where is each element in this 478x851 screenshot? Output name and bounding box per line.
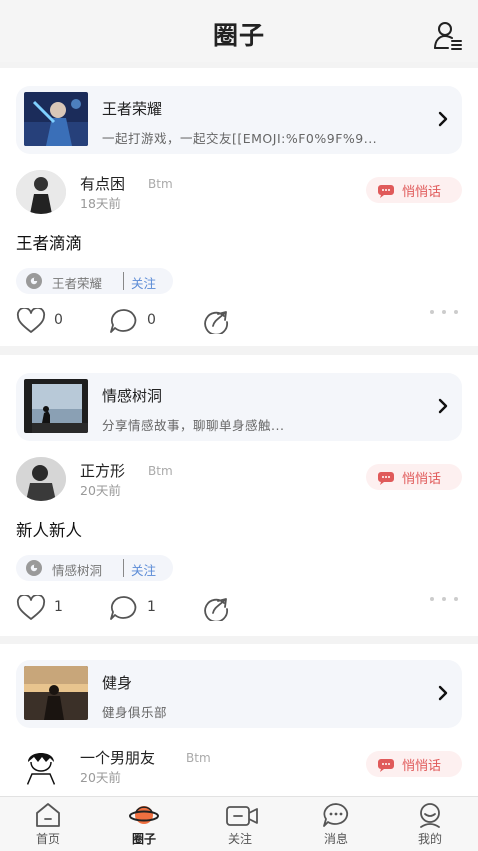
share-button[interactable] xyxy=(202,595,232,621)
comment-icon xyxy=(110,596,137,620)
circle-card[interactable]: 健身 健身俱乐部 xyxy=(16,660,462,728)
heart-icon xyxy=(16,595,46,620)
tab-profile[interactable]: 我的 xyxy=(382,797,478,851)
bottom-tab-bar: 首页 圈子 关注 消息 我的 xyxy=(0,796,478,851)
circle-thumbnail xyxy=(24,666,88,720)
post-time: 20天前 xyxy=(80,483,121,498)
profile-icon xyxy=(420,803,440,828)
circle-tag[interactable]: 王者荣耀 关注 xyxy=(16,268,173,294)
circle-tag-icon xyxy=(26,560,42,576)
avatar[interactable] xyxy=(16,170,66,214)
follow-link[interactable]: 关注 xyxy=(131,560,156,579)
user-manage-icon[interactable] xyxy=(432,20,464,52)
comment-count: 1 xyxy=(147,599,156,615)
tab-label: 我的 xyxy=(417,832,442,846)
tab-label: 首页 xyxy=(35,832,60,846)
chevron-right-icon xyxy=(436,397,450,415)
whisper-button[interactable]: 悄悄话 xyxy=(366,177,462,203)
tag-divider xyxy=(123,559,124,577)
like-button[interactable]: 1 xyxy=(16,595,76,621)
tab-home[interactable]: 首页 xyxy=(0,797,96,851)
chat-bubble-icon xyxy=(378,470,394,485)
feed-post[interactable]: 健身 健身俱乐部 一个男朋友 Btm 20天前 悄悄话 xyxy=(0,644,478,796)
whisper-label: 悄悄话 xyxy=(402,472,442,487)
circle-name: 王者荣耀 xyxy=(102,100,163,118)
circle-tag-name: 情感树洞 xyxy=(52,563,103,578)
avatar[interactable] xyxy=(16,744,66,788)
message-icon xyxy=(323,803,348,827)
page-title: 圈子 xyxy=(212,21,265,50)
share-button[interactable] xyxy=(202,308,232,334)
tag-divider xyxy=(123,272,124,290)
like-count: 0 xyxy=(54,312,63,328)
circle-thumbnail xyxy=(24,379,88,433)
more-options-icon[interactable] xyxy=(430,595,462,603)
avatar[interactable] xyxy=(16,457,66,501)
circle-description: 一起打游戏，一起交友[[EMOJI:%F0%9F%9... xyxy=(102,131,378,146)
post-content[interactable]: 王者滴滴 xyxy=(16,230,82,254)
share-icon xyxy=(204,598,228,621)
chat-bubble-icon xyxy=(378,183,394,198)
app-header: 圈子 xyxy=(0,0,478,62)
like-button[interactable]: 0 xyxy=(16,308,76,334)
chevron-right-icon xyxy=(436,684,450,702)
comment-count: 0 xyxy=(147,312,156,328)
circle-card[interactable]: 王者荣耀 一起打游戏，一起交友[[EMOJI:%F0%9F%9... xyxy=(16,86,462,154)
circle-feed[interactable]: 王者荣耀 一起打游戏，一起交友[[EMOJI:%F0%9F%9... 有点困 B… xyxy=(0,62,478,796)
comment-icon xyxy=(110,309,137,333)
circle-tag-icon xyxy=(26,273,42,289)
tab-label: 关注 xyxy=(227,832,252,846)
heart-icon xyxy=(16,308,46,333)
circle-tag[interactable]: 情感树洞 关注 xyxy=(16,555,173,581)
follow-link[interactable]: 关注 xyxy=(131,273,156,292)
circle-card[interactable]: 情感树洞 分享情感故事，聊聊单身感触... xyxy=(16,373,462,441)
share-icon xyxy=(204,311,228,334)
circle-tag-name: 王者荣耀 xyxy=(52,276,103,291)
username[interactable]: 有点困 xyxy=(80,173,125,194)
comment-button[interactable]: 1 xyxy=(109,595,169,621)
whisper-button[interactable]: 悄悄话 xyxy=(366,751,462,777)
planet-icon xyxy=(129,806,159,824)
circle-description: 分享情感故事，聊聊单身感触... xyxy=(102,418,285,433)
tab-label: 圈子 xyxy=(131,832,156,846)
tab-follow[interactable]: 关注 xyxy=(192,797,288,851)
post-content[interactable]: 新人新人 xyxy=(16,517,82,541)
user-level-label: Btm xyxy=(186,751,211,765)
circle-description: 健身俱乐部 xyxy=(102,705,168,720)
user-level-label: Btm xyxy=(148,464,173,478)
tab-messages[interactable]: 消息 xyxy=(288,797,384,851)
feed-post[interactable]: 情感树洞 分享情感故事，聊聊单身感触... 正方形 Btm 20天前 悄悄话 新… xyxy=(0,355,478,636)
circle-name: 情感树洞 xyxy=(102,387,163,405)
whisper-label: 悄悄话 xyxy=(402,185,442,200)
tab-circle[interactable]: 圈子 xyxy=(96,797,192,851)
more-options-icon[interactable] xyxy=(430,308,462,316)
home-icon xyxy=(36,803,60,827)
username[interactable]: 正方形 xyxy=(80,460,125,481)
circle-thumbnail xyxy=(24,92,88,146)
user-level-label: Btm xyxy=(148,177,173,191)
tab-label: 消息 xyxy=(323,832,348,846)
whisper-label: 悄悄话 xyxy=(402,759,442,774)
chat-bubble-icon xyxy=(378,757,394,772)
video-camera-icon xyxy=(226,806,258,826)
whisper-button[interactable]: 悄悄话 xyxy=(366,464,462,490)
post-time: 20天前 xyxy=(80,770,121,785)
chevron-right-icon xyxy=(436,110,450,128)
comment-button[interactable]: 0 xyxy=(109,308,169,334)
circle-name: 健身 xyxy=(102,674,133,692)
like-count: 1 xyxy=(54,599,63,615)
post-time: 18天前 xyxy=(80,196,121,211)
feed-post[interactable]: 王者荣耀 一起打游戏，一起交友[[EMOJI:%F0%9F%9... 有点困 B… xyxy=(0,68,478,346)
username[interactable]: 一个男朋友 xyxy=(80,747,155,768)
